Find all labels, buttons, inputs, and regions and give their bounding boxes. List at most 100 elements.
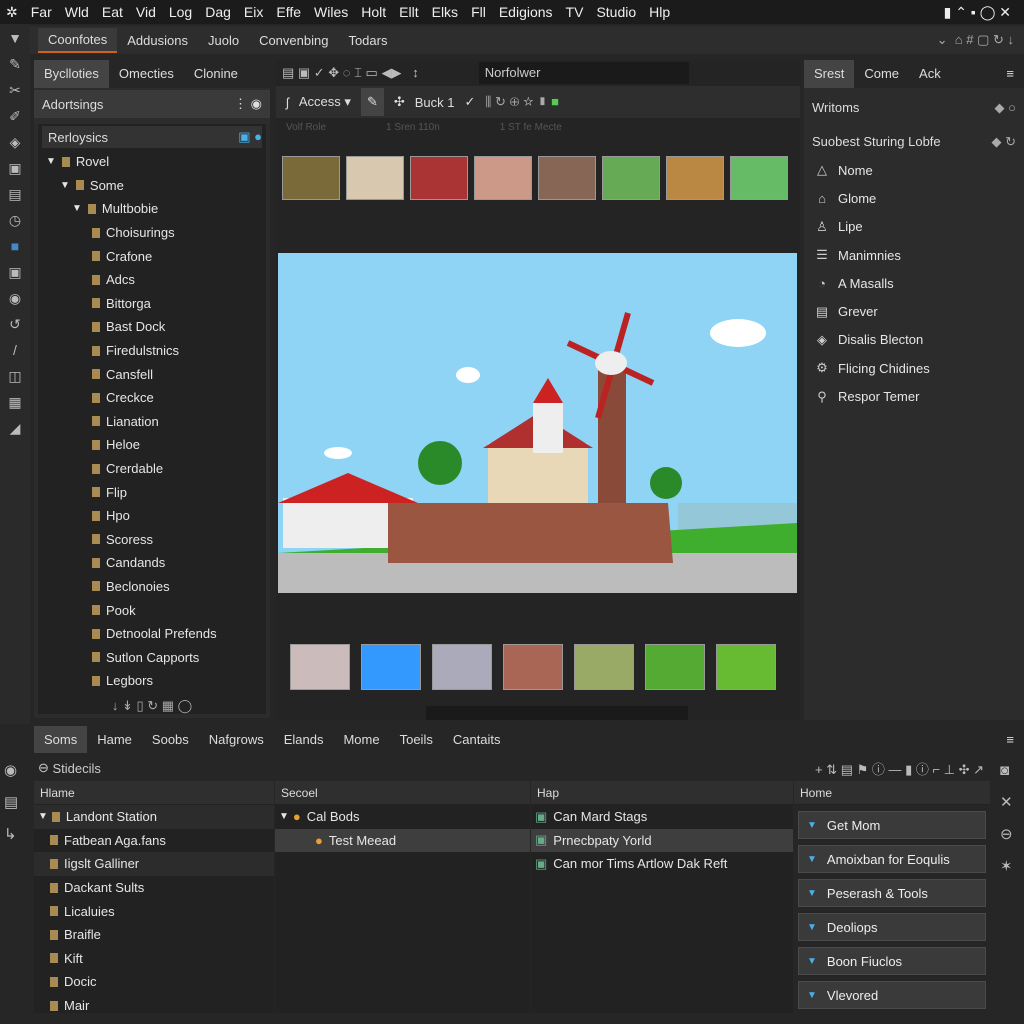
menu-icon[interactable]: ≡: [996, 726, 1024, 753]
tool-icon[interactable]: ↺: [9, 316, 21, 342]
list-item[interactable]: Iigslt Galliner: [34, 852, 274, 876]
thumbnail[interactable]: [574, 644, 634, 690]
pin-icon[interactable]: ✎: [360, 88, 384, 116]
tab[interactable]: Addusions: [117, 29, 198, 52]
tree-item[interactable]: ▼ Multbobie: [42, 197, 262, 221]
tool-icon[interactable]: ✂: [9, 82, 21, 108]
menu-item[interactable]: Edigions: [499, 4, 553, 20]
expand-arrow-icon[interactable]: ▼: [72, 203, 82, 214]
collapsible-card[interactable]: ▼ Deoliops: [798, 913, 986, 941]
tab[interactable]: Hame: [87, 726, 142, 753]
collapsible-card[interactable]: ▼ Amoixban for Eoqulis: [798, 845, 986, 873]
list-item[interactable]: ▣ Prnecbpaty Yorld: [531, 828, 793, 853]
tree-item[interactable]: Choisurings: [42, 221, 262, 245]
list-item[interactable]: Dackant Sults: [34, 876, 274, 900]
tool-icon[interactable]: ■: [11, 238, 19, 264]
tab[interactable]: Soobs: [142, 726, 199, 753]
clock-icon[interactable]: ◷: [9, 212, 21, 238]
tool-icon[interactable]: ▼: [8, 30, 22, 56]
tab[interactable]: Toeils: [390, 726, 443, 753]
tree-item[interactable]: ▼ Rovel: [42, 150, 262, 174]
more-icon[interactable]: ⋮ ◉: [234, 96, 262, 112]
tree-item[interactable]: Candands: [42, 551, 262, 575]
expand-arrow-icon[interactable]: ▼: [60, 180, 70, 191]
menu-item[interactable]: Hlp: [649, 4, 670, 20]
list-item[interactable]: Docic: [34, 970, 274, 994]
view-toolbar[interactable]: ▤ ▣ ✓ ✥ ◌ ⌶ ▭ ◀▶ ↕ Norfolwer: [276, 60, 800, 86]
tree-item[interactable]: Hpo: [42, 504, 262, 528]
thumbnail[interactable]: [282, 156, 340, 200]
tab[interactable]: Elands: [274, 726, 334, 753]
expand-arrow-icon[interactable]: ▼: [279, 811, 289, 822]
property-item[interactable]: ⚙ Flicing Chidines: [814, 354, 1024, 382]
buck-label[interactable]: Buck 1: [415, 95, 455, 110]
menu-item[interactable]: Ellt: [399, 4, 418, 20]
property-item[interactable]: ◔ A Masalls: [814, 269, 1024, 297]
property-item[interactable]: ♙ Lipe: [814, 213, 1024, 241]
tab[interactable]: Ack: [909, 60, 951, 88]
tree-item[interactable]: Lianation: [42, 410, 262, 434]
tab[interactable]: Clonine: [184, 60, 248, 88]
tree-item[interactable]: Flip: [42, 480, 262, 504]
expand-arrow-icon[interactable]: ▼: [46, 156, 56, 167]
tree-item[interactable]: Creckce: [42, 386, 262, 410]
thumbnail[interactable]: [290, 644, 350, 690]
tab[interactable]: Todars: [338, 29, 397, 52]
list-item[interactable]: ▣ Can mor Tims Artlow Dak Reft: [531, 852, 793, 876]
toolbar-icons[interactable]: ⌄ ⌂ # ▢ ↻ ↓: [927, 28, 1024, 52]
tab[interactable]: Mome: [333, 726, 389, 753]
toolbar-icons[interactable]: + ⇅ ▤ ⚑ ⓘ — ▮ ⓘ ⌐ ⊥ ✣ ↗: [815, 759, 984, 778]
move-icon[interactable]: ✣: [394, 94, 405, 110]
menu-item[interactable]: Log: [169, 4, 192, 20]
list-item[interactable]: Braifle: [34, 923, 274, 947]
globe-icon[interactable]: ▣ ●: [238, 129, 262, 145]
app-logo-icon[interactable]: ✲: [6, 4, 18, 21]
thumbnail[interactable]: [666, 156, 724, 200]
tree-item[interactable]: Cansfell: [42, 362, 262, 386]
menu-item[interactable]: Elks: [432, 4, 458, 20]
access-dropdown[interactable]: Access ▾: [299, 94, 351, 110]
collapsible-card[interactable]: ▼ Boon Fiuclos: [798, 947, 986, 975]
tab[interactable]: Juolo: [198, 29, 249, 52]
list-item[interactable]: Mair: [34, 994, 274, 1018]
thumbnail[interactable]: [503, 644, 563, 690]
menu-icon[interactable]: ≡: [996, 60, 1024, 88]
tool-icon[interactable]: ◫: [8, 368, 21, 394]
tree-item[interactable]: Bittorga: [42, 292, 262, 316]
list-item[interactable]: Fatbean Aga.fans: [34, 829, 274, 853]
menu-item[interactable]: Fll: [471, 4, 486, 20]
tree-item[interactable]: Legbors: [42, 669, 262, 693]
thumbnail[interactable]: [361, 644, 421, 690]
property-item[interactable]: ⌂ Glome: [814, 184, 1024, 212]
tab[interactable]: Convenbing: [249, 29, 338, 52]
tree-item[interactable]: Detnoolal Prefends: [42, 622, 262, 646]
tree-item[interactable]: Heloe: [42, 433, 262, 457]
thumbnail[interactable]: [716, 644, 776, 690]
pen-icon[interactable]: ✎: [9, 56, 21, 82]
tab[interactable]: Srest: [804, 60, 855, 88]
horizontal-scrollbar[interactable]: [426, 706, 688, 720]
menu-item[interactable]: Wiles: [314, 4, 348, 20]
property-item[interactable]: ◈ Disalis Blecton: [814, 326, 1024, 354]
check-icon[interactable]: ✓: [465, 94, 476, 110]
panel-footer-icons[interactable]: ↓ ↡ ▯ ↻ ▦ ◯: [34, 694, 270, 718]
collapsible-card[interactable]: ▼ Get Mom: [798, 811, 986, 839]
thumbnail[interactable]: [474, 156, 532, 200]
brush-icon[interactable]: ✐: [9, 108, 21, 134]
menu-item[interactable]: Studio: [596, 4, 636, 20]
toggle-icon[interactable]: ◆ ↻: [991, 134, 1016, 150]
list-item[interactable]: ▼ ● Cal Bods: [275, 805, 530, 829]
thumbnail[interactable]: [538, 156, 596, 200]
tab[interactable]: Come: [854, 60, 909, 88]
property-item[interactable]: ☰ Manimnies: [814, 241, 1024, 269]
tab[interactable]: Omecties: [109, 60, 184, 88]
thumbnail[interactable]: [645, 644, 705, 690]
tree-item[interactable]: Bast Dock: [42, 315, 262, 339]
toggle-icon[interactable]: ◆ ○: [995, 100, 1016, 116]
property-item[interactable]: ▤ Grever: [814, 297, 1024, 325]
tab[interactable]: Soms: [34, 725, 88, 753]
tree-item[interactable]: Crafone: [42, 244, 262, 268]
search-input[interactable]: Norfolwer: [478, 62, 689, 84]
viewport-3d[interactable]: [278, 253, 797, 593]
menu-item[interactable]: Vid: [136, 4, 156, 20]
